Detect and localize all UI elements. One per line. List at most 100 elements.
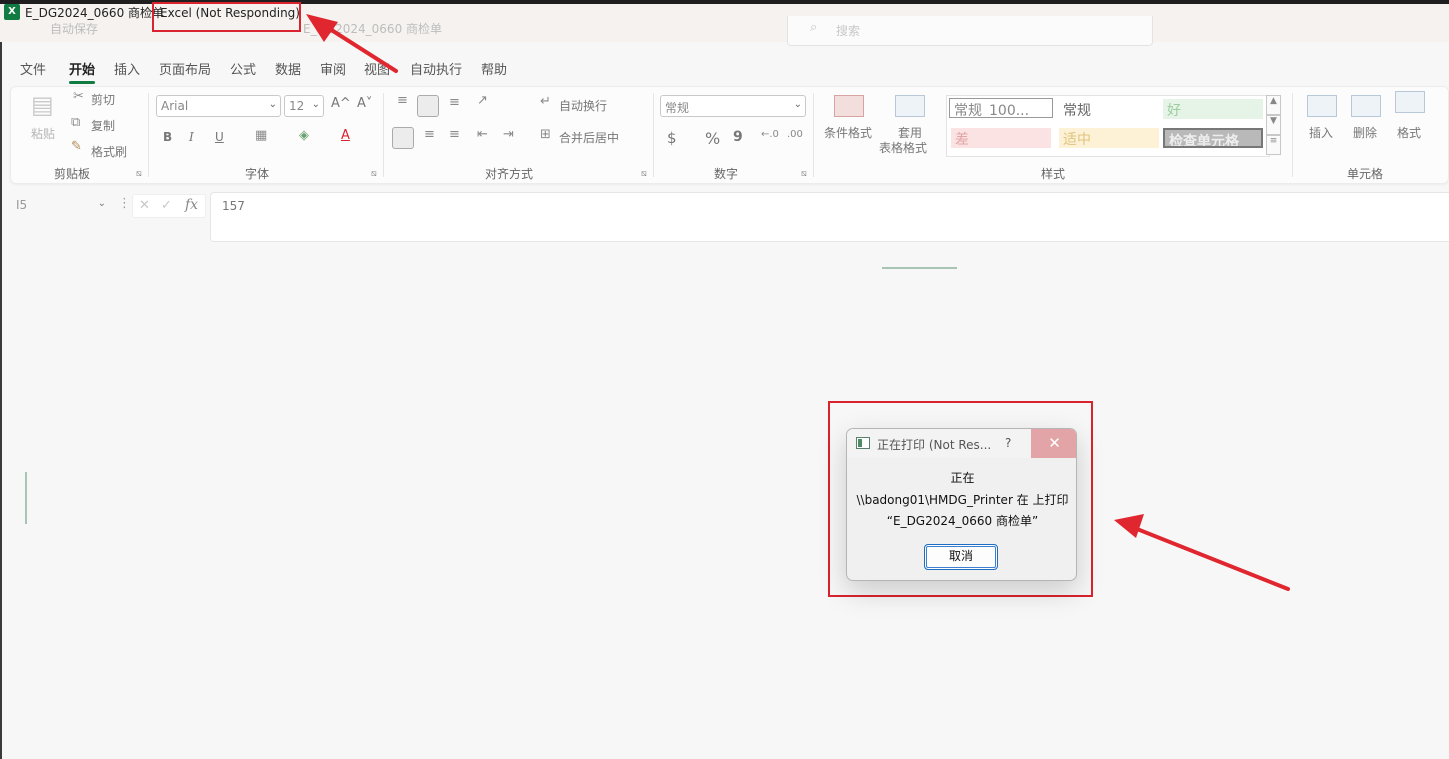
grow-font-button[interactable]: A^ — [331, 96, 351, 111]
fill-color-icon[interactable]: ◈ — [299, 128, 309, 143]
alignment-launcher-icon[interactable]: ⧅ — [641, 169, 647, 179]
arrow-to-dialog — [1114, 514, 1290, 591]
decrease-decimal-icon[interactable]: .00 — [787, 129, 803, 140]
cancel-icon[interactable]: ✕ — [139, 198, 150, 213]
insert-cells-button[interactable]: 插入 — [1309, 124, 1333, 141]
group-divider — [813, 93, 814, 177]
paste-icon[interactable]: ▤ — [31, 91, 54, 119]
align-center-icon[interactable]: ≡ — [424, 127, 435, 142]
borders-icon[interactable]: ▦ — [255, 128, 267, 143]
align-top-icon[interactable]: ≡ — [397, 93, 408, 108]
styles-scroll-down-icon[interactable]: ▼ — [1266, 115, 1281, 135]
number-group-label: 数字 — [714, 167, 739, 181]
dialog-line-2: \\badong01\HMDG_Printer 在 上打印 — [856, 493, 1069, 507]
screen-left-edge — [0, 4, 2, 759]
copy-button[interactable]: 复制 — [91, 117, 115, 134]
enter-icon[interactable]: ✓ — [161, 198, 172, 213]
merge-center-icon: ⊞ — [540, 127, 551, 142]
group-divider — [653, 93, 654, 177]
tab-view[interactable]: 视图 — [364, 59, 390, 78]
help-icon[interactable]: ? — [1005, 436, 1011, 450]
number-format-value: 常规 — [665, 101, 690, 115]
conditional-formatting-icon — [834, 95, 864, 117]
number-launcher-icon[interactable]: ⧅ — [801, 169, 807, 179]
bold-button[interactable]: B — [163, 130, 172, 144]
tab-page-layout[interactable]: 页面布局 — [159, 59, 211, 78]
orientation-icon[interactable]: ↗ — [477, 93, 488, 108]
tab-help[interactable]: 帮助 — [481, 59, 507, 78]
align-left-button[interactable] — [392, 127, 414, 149]
align-bottom-icon[interactable]: ≡ — [449, 95, 460, 110]
delete-cells-button[interactable]: 删除 — [1353, 124, 1377, 141]
format-cells-icon — [1395, 91, 1425, 113]
printing-dialog: 正在打印 (Not Res... ? ✕ 正在 \\badong01\HMDG_… — [846, 428, 1077, 581]
tab-home[interactable]: 开始 — [69, 59, 96, 84]
wrap-text-button[interactable]: 自动换行 — [559, 97, 607, 114]
delete-cells-icon — [1351, 95, 1381, 117]
underline-button[interactable]: U — [215, 130, 224, 144]
insert-function-icon[interactable]: fx — [185, 197, 198, 213]
more-options-icon[interactable]: ⋮ — [118, 196, 131, 211]
clipboard-group-label: 剪贴板 — [54, 167, 91, 181]
shrink-font-button[interactable]: A˅ — [357, 96, 372, 111]
font-color-icon[interactable]: A — [341, 128, 350, 143]
tab-formulas[interactable]: 公式 — [230, 59, 256, 78]
copy-icon: ⧉ — [71, 115, 81, 130]
conditional-formatting-button[interactable]: 条件格式 — [824, 124, 872, 141]
formula-bar: I5 ⌄ ⋮ ✕ ✓ fx 157 — [0, 188, 1449, 244]
style-bad[interactable]: 差 — [951, 128, 1051, 148]
ghost-title: E_DG2024_0660 商检单 — [303, 22, 443, 36]
search-placeholder: 搜索 — [836, 24, 861, 38]
dialog-app-icon — [856, 437, 870, 449]
formula-buttons: ✕ ✓ fx — [132, 194, 206, 218]
style-normal[interactable]: 常规 — [1059, 99, 1159, 119]
increase-indent-icon[interactable]: ⇥ — [503, 127, 514, 142]
style-neutral[interactable]: 适中 — [1059, 128, 1159, 148]
alignment-group-label: 对齐方式 — [485, 167, 534, 181]
format-as-table-icon — [895, 95, 925, 117]
format-cells-button[interactable]: 格式 — [1397, 124, 1421, 141]
font-name-select[interactable]: Arial ⌄ — [156, 95, 281, 117]
align-right-icon[interactable]: ≡ — [449, 127, 460, 142]
comma-button[interactable]: 9 — [733, 129, 743, 145]
search-box[interactable]: ⌕ 搜索 — [787, 16, 1153, 46]
styles-more-icon[interactable]: ≡ — [1266, 135, 1281, 155]
currency-button[interactable]: $ — [667, 129, 677, 147]
close-icon[interactable]: ✕ — [1031, 429, 1076, 458]
dialog-title-bar: 正在打印 (Not Res... ? ✕ — [847, 429, 1076, 458]
group-divider — [1292, 93, 1293, 177]
dialog-title: 正在打印 (Not Res... — [877, 438, 992, 452]
group-divider — [148, 93, 149, 177]
format-painter-button[interactable]: 格式刷 — [91, 143, 127, 160]
style-check-cell[interactable]: 检查单元格 — [1163, 128, 1263, 148]
ribbon: ▤ 粘贴 ✂ 剪切 ⧉ 复制 ✎ 格式刷 剪贴板 ⧅ Arial ⌄ 12 ⌄ … — [10, 86, 1449, 184]
number-format-select[interactable]: 常规 ⌄ — [660, 95, 806, 117]
window-status: Excel (Not Responding) — [152, 2, 301, 32]
tab-automate[interactable]: 自动执行 — [410, 59, 462, 78]
merge-center-button[interactable]: 合并后居中 — [559, 129, 619, 146]
cancel-button[interactable]: 取消 — [924, 544, 998, 570]
formula-input[interactable]: 157 — [210, 192, 1449, 242]
decrease-indent-icon[interactable]: ⇤ — [477, 127, 488, 142]
tab-data[interactable]: 数据 — [275, 59, 301, 78]
loading-indicator — [882, 267, 957, 269]
style-normal-100[interactable]: 常规_100... — [949, 98, 1053, 118]
chevron-down-icon: ⌄ — [268, 99, 277, 110]
percent-button[interactable]: % — [705, 129, 720, 148]
format-as-table-line2[interactable]: 表格格式 — [879, 139, 927, 156]
italic-button[interactable]: I — [189, 130, 194, 144]
name-box[interactable]: I5 ⌄ — [10, 194, 110, 218]
font-size-select[interactable]: 12 ⌄ — [284, 95, 324, 117]
paste-button[interactable]: 粘贴 — [31, 125, 55, 142]
clipboard-launcher-icon[interactable]: ⧅ — [136, 169, 142, 179]
cut-button[interactable]: 剪切 — [91, 91, 115, 108]
font-launcher-icon[interactable]: ⧅ — [371, 169, 377, 179]
tab-file[interactable]: 文件 — [20, 59, 46, 78]
increase-decimal-icon[interactable]: ←.0 — [761, 129, 779, 140]
align-middle-button[interactable] — [417, 95, 439, 117]
tab-review[interactable]: 审阅 — [320, 59, 346, 78]
tab-insert[interactable]: 插入 — [114, 59, 140, 78]
style-good[interactable]: 好 — [1163, 99, 1263, 119]
styles-scroll-up-icon[interactable]: ▲ — [1266, 95, 1281, 115]
name-box-value: I5 — [16, 198, 28, 212]
